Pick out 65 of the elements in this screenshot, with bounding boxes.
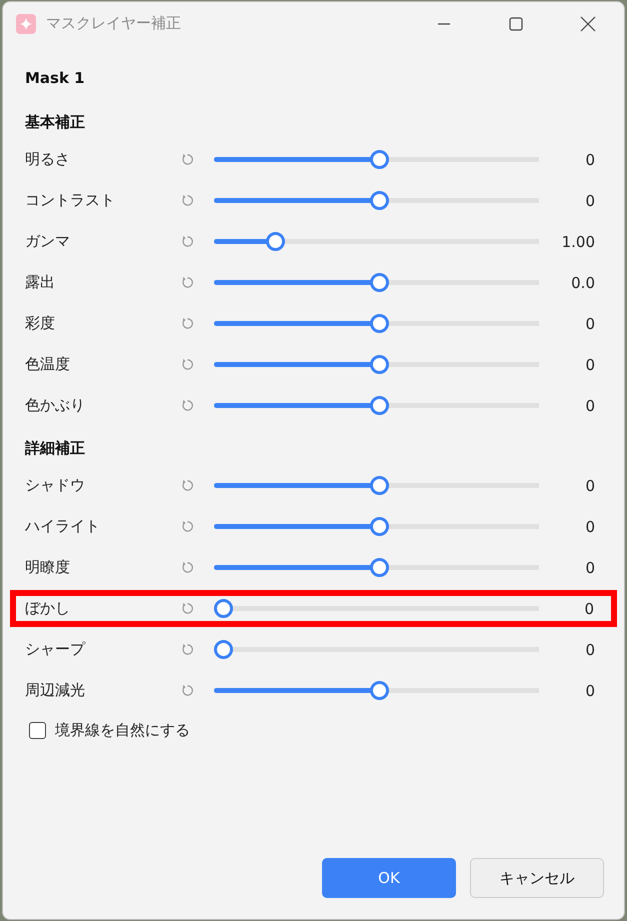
reset-icon[interactable] xyxy=(181,602,194,615)
slider-thumb[interactable] xyxy=(266,232,284,251)
slider-label: 明るさ xyxy=(25,150,71,169)
slider-label: ガンマ xyxy=(25,232,71,251)
slider-label: ぼかし xyxy=(25,599,71,618)
slider-track[interactable] xyxy=(214,599,539,618)
reset-icon[interactable] xyxy=(181,479,194,492)
slider-value: 0 xyxy=(585,314,596,332)
reset-icon[interactable] xyxy=(181,194,194,207)
sparkle-icon xyxy=(16,14,36,34)
reset-icon[interactable] xyxy=(181,520,194,533)
slider-value: 0 xyxy=(585,518,596,536)
slider-thumb[interactable] xyxy=(370,273,388,292)
slider-value: 0 xyxy=(585,192,596,210)
slider-thumb[interactable] xyxy=(370,396,388,415)
slider-label: 明瞭度 xyxy=(25,558,71,577)
close-icon xyxy=(580,16,596,32)
checkbox[interactable] xyxy=(29,722,46,739)
slider-thumb[interactable] xyxy=(370,150,388,169)
mask-name: Mask 1 xyxy=(24,68,86,89)
cancel-button[interactable]: キャンセル xyxy=(470,858,604,898)
slider-thumb[interactable] xyxy=(370,355,388,374)
slider-thumb[interactable] xyxy=(370,517,388,536)
reset-icon[interactable] xyxy=(181,153,194,166)
slider-value: 0 xyxy=(585,396,596,414)
slider-thumb[interactable] xyxy=(370,681,388,700)
slider-value: 0 xyxy=(585,476,596,494)
slider-value: 0.0 xyxy=(571,274,596,292)
slider-label: ハイライト xyxy=(25,517,101,536)
slider-value: 0 xyxy=(585,356,596,374)
reset-icon[interactable] xyxy=(181,643,194,656)
checkbox-label: 境界線を自然にする xyxy=(55,721,190,740)
slider-label: シャープ xyxy=(25,640,86,659)
maximize-icon xyxy=(509,16,523,30)
reset-icon[interactable] xyxy=(181,358,194,371)
reset-icon[interactable] xyxy=(181,276,194,289)
slider-label: コントラスト xyxy=(25,191,116,210)
reset-icon[interactable] xyxy=(181,684,194,697)
slider-value: 0 xyxy=(585,640,596,658)
slider-label: 露出 xyxy=(25,273,56,292)
reset-icon[interactable] xyxy=(181,317,194,330)
ok-button[interactable]: OK xyxy=(322,858,456,898)
slider-value: 0 xyxy=(585,150,596,168)
slider-thumb[interactable] xyxy=(370,191,388,210)
slider-value: 0 xyxy=(584,600,595,618)
window-title: マスクレイヤー補正 xyxy=(46,14,181,33)
slider-thumb[interactable] xyxy=(370,558,388,577)
slider-label: 周辺減光 xyxy=(25,681,86,700)
slider-label: シャドウ xyxy=(25,476,86,495)
slider-thumb[interactable] xyxy=(214,640,232,659)
reset-icon[interactable] xyxy=(181,235,194,248)
slider-value: 0 xyxy=(585,682,596,700)
slider-thumb[interactable] xyxy=(370,476,388,495)
reset-icon[interactable] xyxy=(181,561,194,574)
slider-label: 色かぶり xyxy=(25,396,86,415)
reset-icon[interactable] xyxy=(181,399,194,412)
slider-thumb[interactable] xyxy=(214,599,232,618)
section-heading: 基本補正 xyxy=(24,112,86,133)
slider-thumb[interactable] xyxy=(370,314,388,333)
section-heading: 詳細補正 xyxy=(24,438,86,459)
slider-value: 0 xyxy=(585,558,596,576)
slider-label: 彩度 xyxy=(25,314,56,333)
slider-label: 色温度 xyxy=(25,355,71,374)
minimize-icon xyxy=(437,22,451,24)
slider-value: 1.00 xyxy=(562,232,596,250)
